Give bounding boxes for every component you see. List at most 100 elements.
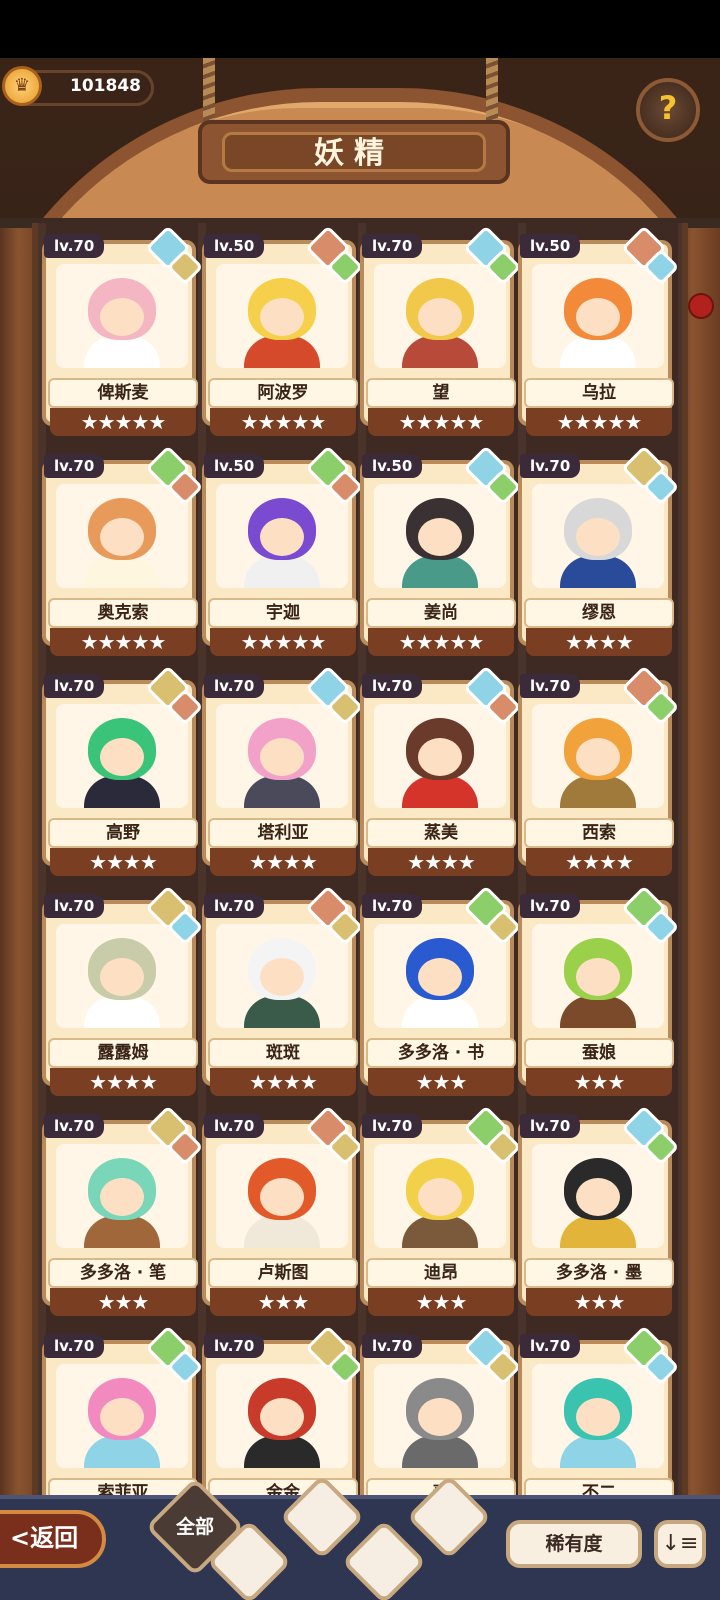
star-rating: ★★★★ bbox=[526, 848, 672, 876]
character-face bbox=[100, 738, 144, 776]
fairy-name: 斑斑 bbox=[208, 1038, 358, 1068]
level-badge: lv.70 bbox=[362, 1334, 423, 1358]
back-button[interactable]: <返回 bbox=[0, 1510, 106, 1568]
character-portrait bbox=[532, 264, 664, 368]
fairy-card[interactable]: 高野 ★★★★ lv.70 bbox=[42, 665, 204, 876]
character-portrait bbox=[216, 1144, 348, 1248]
level-badge: lv.70 bbox=[362, 894, 423, 918]
sort-order-icon: ↓≡ bbox=[661, 1531, 699, 1556]
fairy-card[interactable]: 俾斯麦 ★★★★★ lv.70 bbox=[42, 225, 204, 436]
character-face bbox=[576, 1178, 620, 1216]
star-rating: ★★★ bbox=[50, 1288, 196, 1316]
star-rating: ★★★ bbox=[526, 1068, 672, 1096]
fairy-card[interactable]: 塔利亚 ★★★★ lv.70 bbox=[202, 665, 364, 876]
fairy-card[interactable]: 蚕娘 ★★★ lv.70 bbox=[518, 885, 680, 1096]
fairy-card[interactable]: 卢斯图 ★★★ lv.70 bbox=[202, 1105, 364, 1316]
level-badge: lv.70 bbox=[362, 234, 423, 258]
level-badge: lv.70 bbox=[204, 674, 265, 698]
level-badge: lv.50 bbox=[204, 234, 265, 258]
character-face bbox=[260, 958, 304, 996]
fairy-card[interactable]: 露露姆 ★★★★ lv.70 bbox=[42, 885, 204, 1096]
character-portrait bbox=[374, 924, 506, 1028]
character-body bbox=[84, 336, 160, 368]
star-rating: ★★★★ bbox=[368, 848, 514, 876]
character-portrait bbox=[216, 484, 348, 588]
title-sign: 妖精 bbox=[198, 120, 510, 184]
character-face bbox=[576, 518, 620, 556]
star-rating: ★★★★★ bbox=[526, 408, 672, 436]
character-body bbox=[84, 1216, 160, 1248]
character-face bbox=[418, 298, 462, 336]
character-portrait bbox=[532, 484, 664, 588]
level-badge: lv.70 bbox=[204, 894, 265, 918]
character-body bbox=[402, 996, 478, 1028]
character-body bbox=[84, 556, 160, 588]
sort-order-button[interactable]: ↓≡ bbox=[654, 1520, 706, 1568]
filter-all-label: 全部 bbox=[175, 1516, 214, 1538]
fairy-card[interactable]: 缪恩 ★★★★ lv.70 bbox=[518, 445, 680, 656]
fairy-card[interactable]: 奥克索 ★★★★★ lv.70 bbox=[42, 445, 204, 656]
question-icon: ? bbox=[658, 89, 678, 127]
fairy-card[interactable]: 多多洛 · 笔 ★★★ lv.70 bbox=[42, 1105, 204, 1316]
character-face bbox=[576, 298, 620, 336]
level-badge: lv.70 bbox=[520, 1114, 581, 1138]
character-portrait bbox=[532, 704, 664, 808]
ladybug-icon[interactable] bbox=[688, 293, 714, 319]
character-portrait bbox=[216, 924, 348, 1028]
character-body bbox=[402, 1216, 478, 1248]
fairy-name: 姜尚 bbox=[366, 598, 516, 628]
character-body bbox=[560, 996, 636, 1028]
help-button[interactable]: ? bbox=[636, 78, 700, 142]
character-face bbox=[418, 518, 462, 556]
character-body bbox=[560, 1436, 636, 1468]
fairy-name: 卢斯图 bbox=[208, 1258, 358, 1288]
star-rating: ★★★★ bbox=[210, 1068, 356, 1096]
fairy-card[interactable]: 乌拉 ★★★★★ lv.50 bbox=[518, 225, 680, 436]
fairy-card[interactable]: 阿波罗 ★★★★★ lv.50 bbox=[202, 225, 364, 436]
star-rating: ★★★★ bbox=[50, 848, 196, 876]
fairy-card[interactable]: 姜尚 ★★★★★ lv.50 bbox=[360, 445, 522, 656]
fairy-name: 缪恩 bbox=[524, 598, 674, 628]
fairy-card[interactable]: 多多洛 · 书 ★★★ lv.70 bbox=[360, 885, 522, 1096]
fairy-name: 多多洛 · 书 bbox=[366, 1038, 516, 1068]
character-body bbox=[402, 336, 478, 368]
fairy-card[interactable]: 西索 ★★★★ lv.70 bbox=[518, 665, 680, 876]
level-badge: lv.70 bbox=[44, 674, 105, 698]
character-face bbox=[576, 958, 620, 996]
level-badge: lv.70 bbox=[44, 454, 105, 478]
status-bar bbox=[0, 0, 720, 58]
character-portrait bbox=[216, 264, 348, 368]
character-body bbox=[244, 1436, 320, 1468]
fairy-name: 蚕娘 bbox=[524, 1038, 674, 1068]
currency-value: 101848 bbox=[70, 76, 141, 96]
fairy-card[interactable]: 斑斑 ★★★★ lv.70 bbox=[202, 885, 364, 1096]
fairy-card[interactable]: 迪昂 ★★★ lv.70 bbox=[360, 1105, 522, 1316]
character-face bbox=[260, 1178, 304, 1216]
character-body bbox=[244, 336, 320, 368]
character-portrait bbox=[532, 1144, 664, 1248]
fairy-card[interactable]: 多多洛 · 墨 ★★★ lv.70 bbox=[518, 1105, 680, 1316]
character-body bbox=[402, 776, 478, 808]
character-portrait bbox=[216, 1364, 348, 1468]
star-rating: ★★★ bbox=[210, 1288, 356, 1316]
fairy-name: 多多洛 · 墨 bbox=[524, 1258, 674, 1288]
star-rating: ★★★★★ bbox=[368, 408, 514, 436]
character-portrait bbox=[532, 924, 664, 1028]
level-badge: lv.50 bbox=[362, 454, 423, 478]
star-rating: ★★★★ bbox=[210, 848, 356, 876]
fairy-card[interactable]: 望 ★★★★★ lv.70 bbox=[360, 225, 522, 436]
character-face bbox=[260, 738, 304, 776]
star-rating: ★★★ bbox=[526, 1288, 672, 1316]
level-badge: lv.70 bbox=[362, 1114, 423, 1138]
character-face bbox=[100, 1398, 144, 1436]
sort-rarity-button[interactable]: 稀有度 bbox=[506, 1520, 642, 1568]
fairy-card[interactable]: 蒸美 ★★★★ lv.70 bbox=[360, 665, 522, 876]
character-portrait bbox=[216, 704, 348, 808]
character-portrait bbox=[56, 264, 188, 368]
character-portrait bbox=[56, 704, 188, 808]
character-face bbox=[418, 1178, 462, 1216]
character-body bbox=[84, 776, 160, 808]
level-badge: lv.70 bbox=[44, 234, 105, 258]
fairy-card[interactable]: 宇迦 ★★★★★ lv.50 bbox=[202, 445, 364, 656]
character-face bbox=[418, 1398, 462, 1436]
